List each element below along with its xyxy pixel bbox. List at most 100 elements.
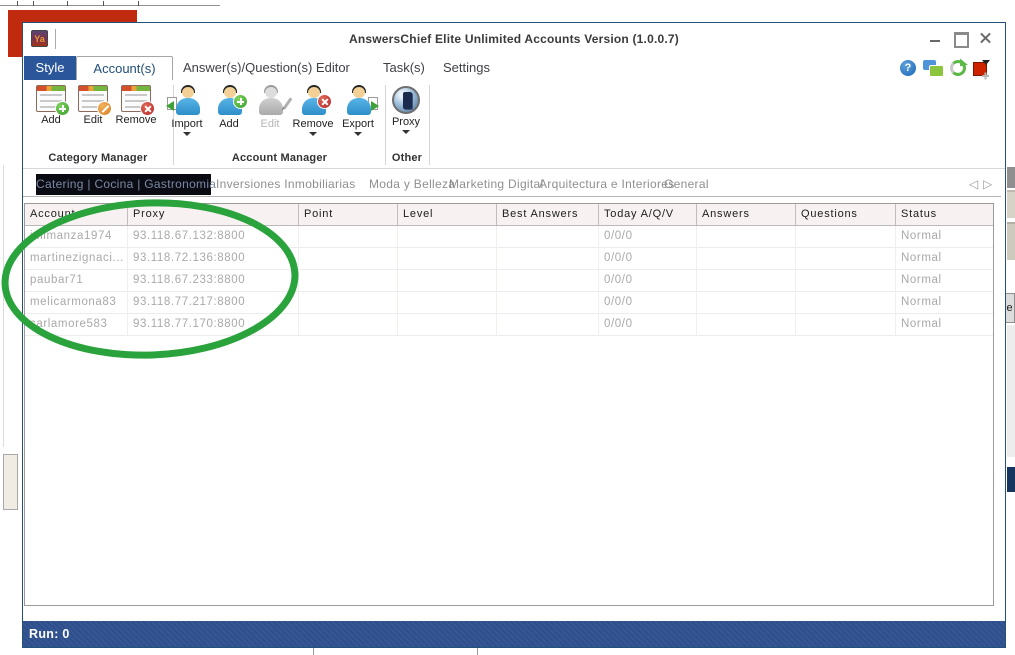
account-add-button[interactable]: Add [208,83,250,130]
category-tab-moda[interactable]: Moda y Belleza [369,174,455,195]
category-add-icon [36,85,66,112]
cell-proxy: 93.118.67.233:8800 [128,270,299,291]
table-row[interactable]: carlamore583 93.118.77.170:8800 0/0/0 No… [25,314,993,336]
button-label: Proxy [385,116,427,128]
category-nav-left-icon[interactable]: ◁ [969,177,978,191]
cell-point [299,292,398,313]
update-refresh-icon[interactable] [950,60,966,76]
account-import-icon [170,85,204,116]
cell-proxy: 93.118.77.217:8800 [128,292,299,313]
cell-level [398,226,497,247]
column-header-level[interactable]: Level [398,204,497,225]
tab-tasks[interactable]: Task(s) [383,56,425,80]
cell-proxy: 93.118.72.136:8800 [128,248,299,269]
column-header-answers[interactable]: Answers [697,204,796,225]
category-nav-right-icon[interactable]: ▷ [983,177,992,191]
table-row[interactable]: melicarmona83 93.118.77.217:8800 0/0/0 N… [25,292,993,314]
button-label: Add [30,114,72,126]
cell-status: Normal [896,270,993,291]
close-icon[interactable] [977,31,993,45]
category-edit-button[interactable]: Edit [72,83,114,126]
cell-questions [796,270,896,291]
group-label-category-manager: Category Manager [27,152,169,164]
cell-level [398,248,497,269]
cell-answers [697,248,796,269]
column-header-account[interactable]: Account [25,204,128,225]
feedback-chat-icon[interactable] [923,60,943,77]
cell-account: carlamore583 [25,314,128,335]
background-grid-line [313,648,314,655]
proxy-globe-icon [392,86,420,114]
skin-menu-icon[interactable] [973,60,991,77]
screen: { "window": { "title": "AnswersChief Eli… [0,0,1015,655]
column-header-point[interactable]: Point [299,204,398,225]
cell-answers [697,314,796,335]
category-tab-arquitectura[interactable]: Arquitectura e Interiores [539,174,675,195]
proxy-button[interactable]: Proxy [385,83,427,134]
background-left-line [3,165,4,447]
button-label: Remove [115,114,157,126]
dropdown-arrow-icon[interactable] [354,132,362,136]
category-tab-catering[interactable]: Catering | Cocina | Gastronomia [36,174,211,195]
cell-level [398,314,497,335]
cell-today-aqv: 0/0/0 [599,248,697,269]
table-row[interactable]: paubar71 93.118.67.233:8800 0/0/0 Normal [25,270,993,292]
background-ruler [0,0,220,6]
cell-status: Normal [896,314,993,335]
background-grid-line [477,648,478,655]
cell-best-answers [497,270,599,291]
category-remove-button[interactable]: Remove [115,83,157,126]
cell-proxy: 93.118.77.170:8800 [128,314,299,335]
dropdown-arrow-icon[interactable] [183,132,191,136]
tab-answers-questions-editor[interactable]: Answer(s)/Question(s) Editor [183,56,350,80]
column-header-status[interactable]: Status [896,204,993,225]
cell-questions [796,292,896,313]
cell-status: Normal [896,248,993,269]
tab-settings[interactable]: Settings [443,56,490,80]
column-header-proxy[interactable]: Proxy [128,204,299,225]
column-header-today-aqv[interactable]: Today A/Q/V [599,204,697,225]
cell-point [299,226,398,247]
cell-status: Normal [896,292,993,313]
cell-proxy: 93.118.67.132:8800 [128,226,299,247]
tab-accounts[interactable]: Account(s) [76,56,173,80]
help-icon[interactable]: ? [900,60,916,76]
cell-status: Normal [896,226,993,247]
dropdown-arrow-icon[interactable] [402,130,410,134]
cell-answers [697,226,796,247]
button-label: Edit [249,118,291,130]
background-fragment [1007,190,1015,218]
background-fragment [1007,167,1015,188]
category-tab-inversiones[interactable]: Inversiones Inmobiliarias [216,174,356,195]
title-bar[interactable]: Ya AnswersChief Elite Unlimited Accounts… [23,23,1005,56]
category-tab-general[interactable]: General [664,174,709,195]
account-import-button[interactable]: Import [166,83,208,136]
cell-account: martinezignaci... [25,248,128,269]
cell-account: melicarmona83 [25,292,128,313]
column-header-best-answers[interactable]: Best Answers [497,204,599,225]
cell-best-answers [497,226,599,247]
cell-level [398,270,497,291]
account-remove-button[interactable]: Remove [292,83,334,136]
minimize-icon[interactable] [927,31,943,45]
category-tab-marketing[interactable]: Marketing Digital [449,174,543,195]
account-export-icon [341,85,375,116]
accounts-table: Account Proxy Point Level Best Answers T… [24,203,994,606]
button-label: Remove [292,118,334,130]
category-add-button[interactable]: Add [30,83,72,126]
maximize-icon[interactable] [952,31,968,45]
tab-style[interactable]: Style [24,56,76,80]
dropdown-arrow-icon[interactable] [309,132,317,136]
account-export-button[interactable]: Export [337,83,379,136]
category-remove-icon [121,85,151,112]
button-label: Edit [72,114,114,126]
account-edit-button-disabled: Edit [249,83,291,130]
group-separator [429,85,430,165]
table-row[interactable]: martinezignaci... 93.118.72.136:8800 0/0… [25,248,993,270]
table-row[interactable]: julimanza1974 93.118.67.132:8800 0/0/0 N… [25,226,993,248]
column-header-questions[interactable]: Questions [796,204,896,225]
group-label-other: Other [386,152,428,164]
cell-best-answers [497,248,599,269]
button-label: Import [166,118,208,130]
cell-best-answers [497,314,599,335]
